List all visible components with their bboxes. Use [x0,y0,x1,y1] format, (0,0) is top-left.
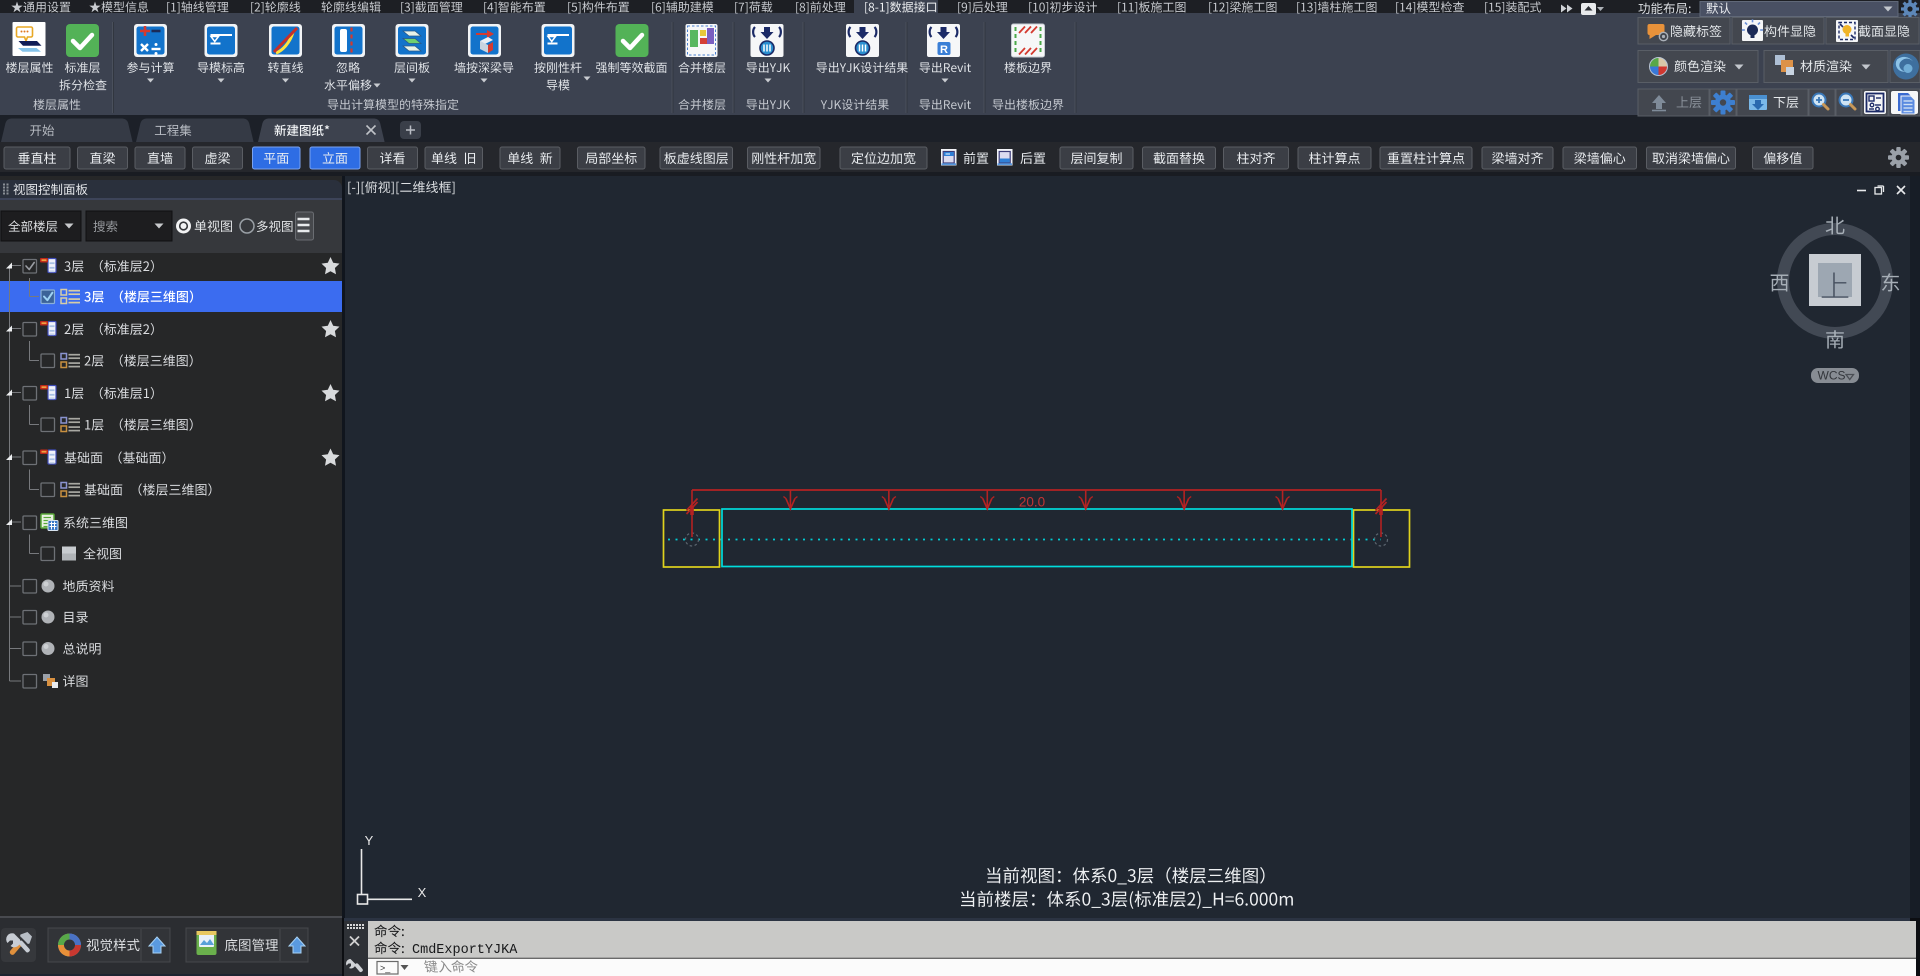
svg-text:20.0: 20.0 [1019,495,1045,510]
svg-text:R: R [940,44,948,56]
svg-text:CmdExportYJKA: CmdExportYJKA [412,943,518,958]
svg-text:Y: Y [365,833,374,848]
svg-text:>_: >_ [380,963,391,973]
svg-text:WCS: WCS [1818,369,1846,383]
svg-text:X: X [418,885,427,900]
